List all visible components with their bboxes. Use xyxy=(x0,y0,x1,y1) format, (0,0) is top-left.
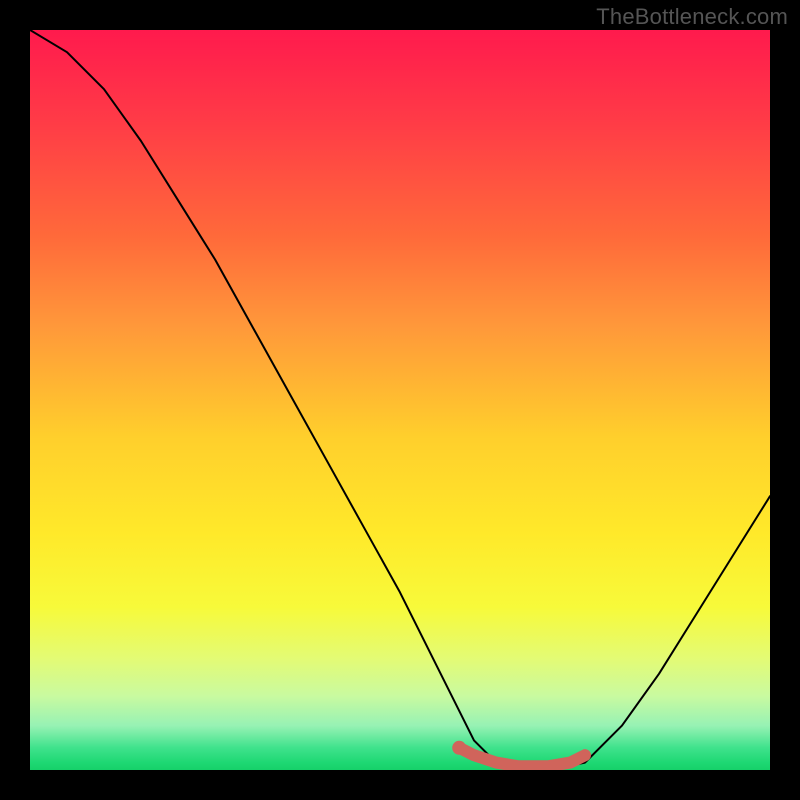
optimal-highlight-dot xyxy=(452,741,466,755)
watermark-text: TheBottleneck.com xyxy=(596,4,788,30)
optimal-highlight-path xyxy=(459,748,585,767)
bottleneck-curve-path xyxy=(30,30,770,770)
chart-frame: TheBottleneck.com xyxy=(0,0,800,800)
curve-svg xyxy=(30,30,770,770)
plot-area xyxy=(30,30,770,770)
